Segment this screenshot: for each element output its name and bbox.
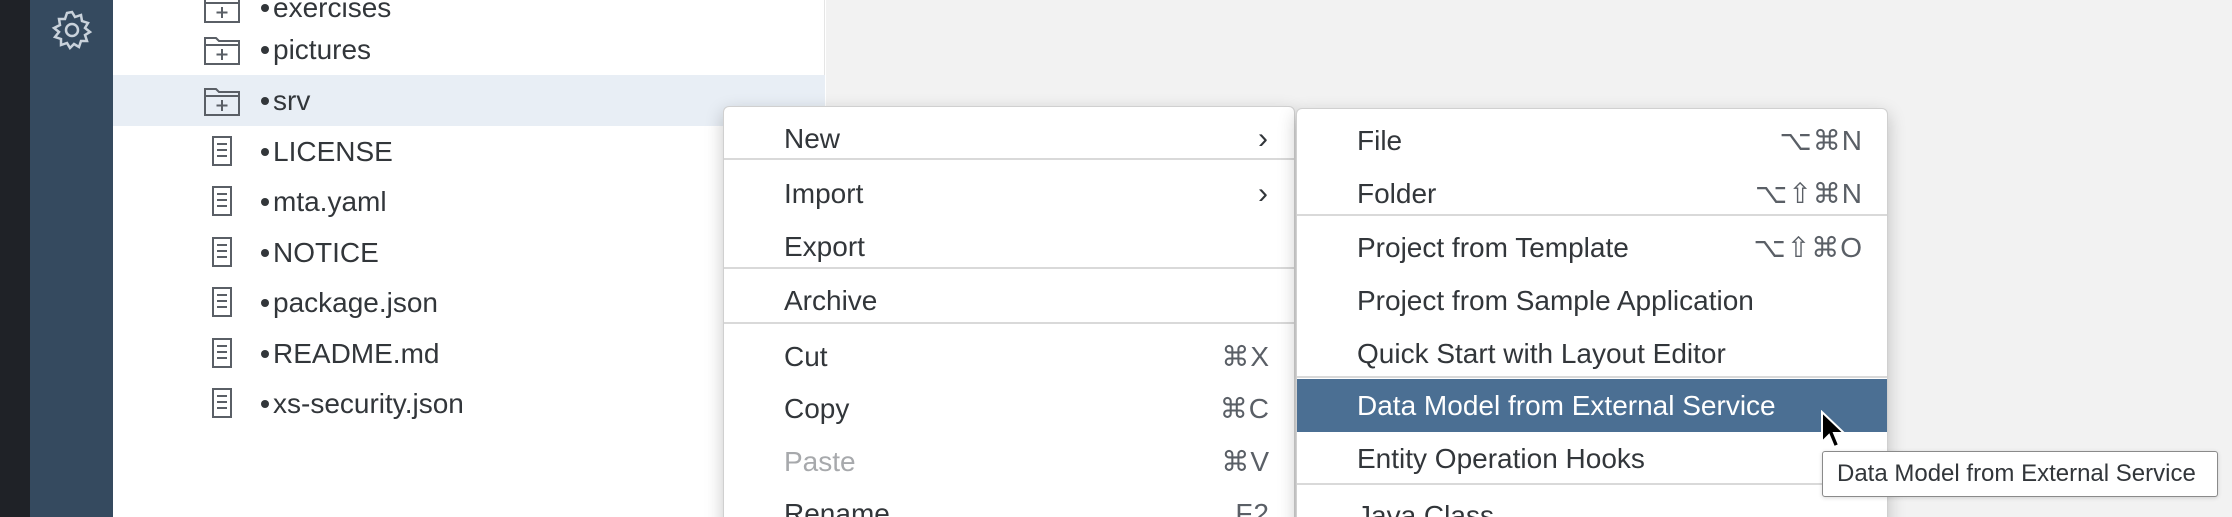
tree-dot [261,148,269,156]
folder-plus-icon [204,88,240,116]
menu-item-cut[interactable]: Cut ⌘X [724,330,1294,383]
tree-item-label: srv [273,85,311,116]
menu-item-label: Java Class [1357,500,1494,517]
submenu-item-folder[interactable]: Folder ⌥⇧⌘N [1297,167,1887,220]
tree-dot [261,4,269,12]
folder-plus-icon [204,0,240,23]
tree-item-package-json[interactable]: package.json [113,277,825,328]
menu-separator [724,267,1294,269]
menu-item-label: Folder [1357,178,1437,209]
menu-separator [724,158,1294,160]
menu-item-label: Import [784,178,864,209]
submenu-item-java-class[interactable]: Java Class [1297,489,1887,517]
menu-item-shortcut: F2 [1235,498,1270,517]
menu-item-label: File [1357,125,1403,156]
tree-item-srv[interactable]: srv [113,75,825,126]
tree-dot [261,350,269,358]
submenu-item-file[interactable]: File ⌥⌘N [1297,114,1887,167]
menu-item-copy[interactable]: Copy ⌘C [724,382,1294,435]
file-icon [212,388,232,418]
window-edge [0,0,30,517]
menu-item-shortcut: ⌘X [1221,341,1270,372]
submenu-item-quick-start-layout-editor[interactable]: Quick Start with Layout Editor [1297,327,1887,380]
menu-item-rename[interactable]: Rename F2 [724,487,1294,517]
workspace-tree: exercises pictures srv LICENSE mta.yaml … [113,0,825,517]
tree-item-notice[interactable]: NOTICE [113,227,825,278]
menu-separator [1297,214,1887,216]
menu-item-label: Data Model from External Service [1357,390,1776,421]
file-icon [212,136,232,166]
menu-item-shortcut: ⌘C [1219,393,1270,424]
tree-dot [261,198,269,206]
tree-dot [261,249,269,257]
chevron-right-icon: › [1258,177,1268,210]
menu-item-label: Entity Operation Hooks [1357,443,1645,474]
tree-dot [261,400,269,408]
tree-item-label: mta.yaml [273,186,387,217]
tree-item-readme[interactable]: README.md [113,328,825,379]
tree-item-label: LICENSE [273,136,393,167]
file-icon [212,338,232,368]
gear-icon[interactable] [50,8,94,52]
menu-item-shortcut: ⌘V [1221,446,1270,477]
ide-screen: exercises pictures srv LICENSE mta.yaml … [0,0,2232,517]
tree-dot [261,97,269,105]
context-menu: New › Import › Export Archive Cut ⌘X Cop… [723,106,1295,517]
menu-item-import[interactable]: Import › [724,167,1294,220]
tree-item-pictures[interactable]: pictures [113,24,825,75]
menu-item-label: Cut [784,341,828,372]
tree-dot [261,46,269,54]
menu-separator [724,322,1294,324]
menu-item-label: Rename [784,498,890,517]
tree-item-label: NOTICE [273,237,379,268]
tree-item-license[interactable]: LICENSE [113,126,825,177]
menu-item-archive[interactable]: Archive [724,274,1294,327]
tree-item-label: xs-security.json [273,388,464,419]
file-icon [212,287,232,317]
menu-item-label: Quick Start with Layout Editor [1357,338,1726,369]
menu-item-shortcut: ⌥⇧⌘N [1755,178,1863,209]
tree-item-label: README.md [273,338,440,369]
file-icon [212,186,232,216]
menu-item-paste: Paste ⌘V [724,435,1294,488]
menu-item-export[interactable]: Export [724,220,1294,273]
menu-separator [1297,483,1887,485]
tree-dot [261,299,269,307]
menu-item-label: Project from Template [1357,232,1629,263]
submenu-item-project-from-template[interactable]: Project from Template ⌥⇧⌘O [1297,221,1887,274]
tree-item-label: package.json [273,287,439,318]
submenu-item-data-model-external-service[interactable]: Data Model from External Service [1297,379,1887,432]
menu-item-label: Export [784,231,865,262]
new-submenu: File ⌥⌘N Folder ⌥⇧⌘N Project from Templa… [1296,108,1888,517]
tree-item-label: pictures [273,34,372,65]
menu-item-label: Project from Sample Application [1357,285,1754,316]
menu-item-label: Paste [784,446,856,477]
left-toolbar [30,0,113,517]
menu-item-shortcut: ⌥⌘N [1779,125,1863,156]
menu-item-label: Archive [784,285,878,316]
tooltip: Data Model from External Service [1822,451,2218,497]
menu-item-label: Copy [784,393,850,424]
menu-item-shortcut: ⌥⇧⌘O [1753,232,1863,263]
tree-item-xs-security[interactable]: xs-security.json [113,378,825,429]
tree-item-mta-yaml[interactable]: mta.yaml [113,176,825,227]
submenu-item-project-from-sample[interactable]: Project from Sample Application [1297,274,1887,327]
submenu-item-entity-operation-hooks[interactable]: Entity Operation Hooks [1297,432,1887,485]
file-icon [212,237,232,267]
menu-separator [1297,376,1887,378]
mouse-pointer-icon [1821,410,1846,449]
folder-plus-icon [204,37,240,65]
